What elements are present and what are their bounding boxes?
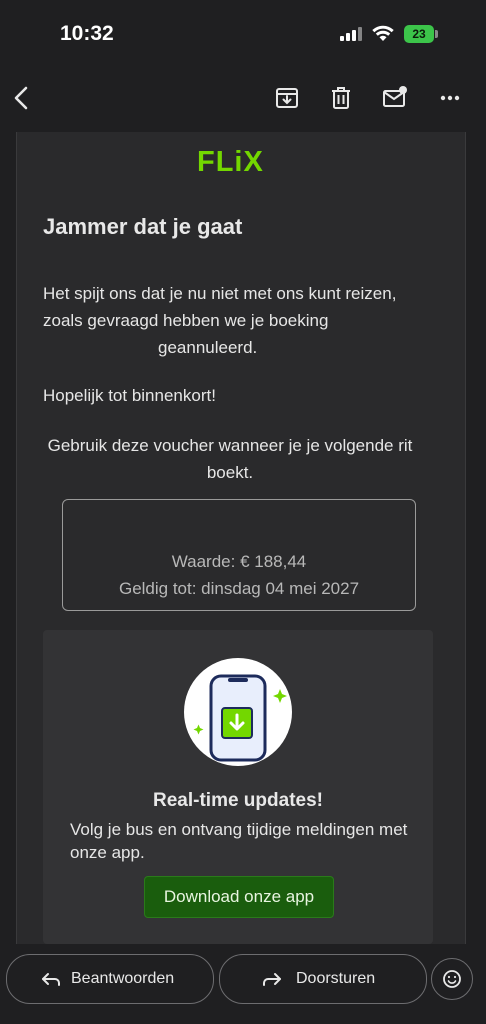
status-bar: 10:32 23 — [0, 0, 486, 64]
forward-button[interactable]: Doorsturen — [219, 954, 427, 1004]
status-time: 10:32 — [60, 22, 114, 45]
promo-title: Real-time updates! — [153, 790, 323, 811]
voucher-card: Waarde: € 188,44 Geldig tot: dinsdag 04 … — [62, 499, 416, 611]
voucher-intro: Gebruik deze voucher wanneer je je volge… — [47, 436, 413, 482]
download-app-button[interactable]: Download onze app — [144, 876, 334, 918]
voucher-valid-until: Geldig tot: dinsdag 04 mei 2027 — [118, 579, 360, 598]
email-heading: Jammer dat je gaat — [43, 214, 243, 239]
email-paragraph: Het spijt ons dat je nu niet met ons kun… — [43, 280, 453, 361]
smiley-icon — [443, 970, 461, 988]
reply-label: Beantwoorden — [71, 970, 175, 987]
paragraph-line: Het spijt ons dat je nu niet met ons kun… — [43, 284, 397, 303]
bottom-action-bar: Beantwoorden Doorsturen — [0, 944, 486, 1024]
paragraph-line: geannuleerd. — [158, 338, 258, 357]
battery-icon: 23 — [404, 25, 434, 43]
chevron-left-icon[interactable] — [8, 84, 36, 112]
paragraph-line: zoals gevraagd hebben we je boeking — [43, 311, 329, 330]
email-toolbar — [0, 64, 486, 132]
trash-icon[interactable] — [327, 84, 355, 112]
voucher-value: Waarde: € 188,44 — [171, 552, 307, 571]
forward-label: Doorsturen — [296, 970, 376, 987]
reply-icon — [41, 969, 61, 989]
wifi-icon — [372, 25, 394, 42]
promo-text: Volg je bus en ontvang tijdige meldingen… — [70, 820, 408, 862]
flix-logo: FLiX — [197, 146, 264, 178]
signal-icon — [340, 27, 362, 41]
archive-icon[interactable] — [273, 84, 301, 112]
app-promo-card: Real-time updates! Volg je bus en ontvan… — [43, 630, 433, 944]
email-closing: Hopelijk tot binnenkort! — [43, 386, 216, 405]
forward-icon — [262, 969, 282, 989]
mark-unread-icon[interactable] — [381, 84, 409, 112]
reply-button[interactable]: Beantwoorden — [6, 954, 214, 1004]
more-icon[interactable] — [436, 84, 464, 112]
emoji-reaction-button[interactable] — [431, 958, 473, 1000]
battery-tip — [435, 30, 438, 38]
phone-download-icon — [184, 658, 292, 766]
